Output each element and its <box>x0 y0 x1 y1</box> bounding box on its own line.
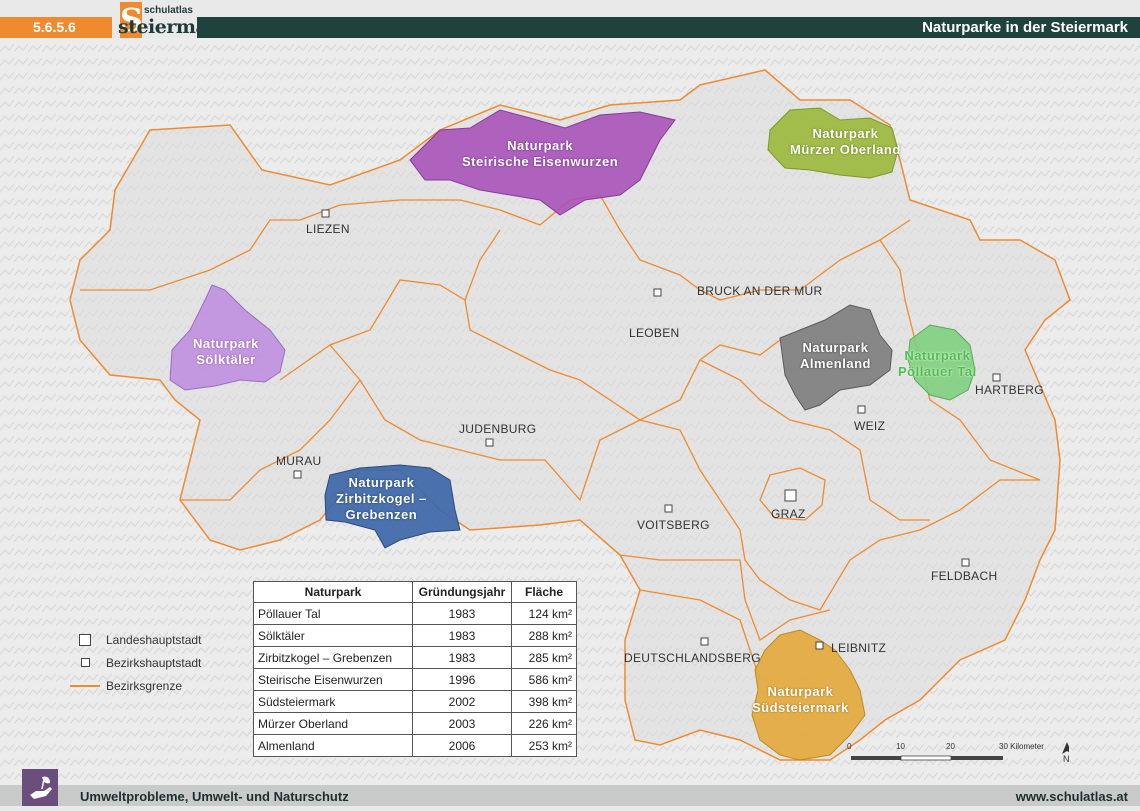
cell-area: 253 km² <box>511 734 577 757</box>
col-header-jahr: Gründungsjahr <box>412 581 512 603</box>
park-label-muerzer: Naturpark Mürzer Oberland <box>790 126 901 157</box>
table-row: Zirbitzkogel – Grebenzen 1983 285 km² <box>253 646 577 669</box>
cell-name: Steirische Eisenwurzen <box>253 668 413 691</box>
cell-name: Pöllauer Tal <box>253 602 413 625</box>
marker-feldbach <box>961 558 970 567</box>
cell-year: 1983 <box>412 624 512 647</box>
cell-name: Mürzer Oberland <box>253 712 413 735</box>
marker-liezen <box>321 209 330 218</box>
north-arrow-icon <box>1062 742 1072 754</box>
table-row: Mürzer Oberland 2003 226 km² <box>253 712 577 735</box>
table-row: Almenland 2006 253 km² <box>253 734 577 757</box>
scale-tick-10: 10 <box>896 742 905 751</box>
park-label-poellauer: Naturpark Pöllauer Tal <box>898 348 977 379</box>
legend-row-bezirkshauptstadt: Bezirkshauptstadt <box>68 651 201 674</box>
city-label-leibnitz: LEIBNITZ <box>831 641 887 655</box>
scale-tick-20: 20 <box>946 742 955 751</box>
park-label-eisenwurzen: Naturpark Steirische Eisenwurzen <box>462 138 619 169</box>
landeshauptstadt-symbol <box>79 633 91 646</box>
city-label-leoben: LEOBEN <box>629 326 680 340</box>
footer-website-link[interactable]: www.schulatlas.at <box>1016 789 1128 804</box>
header: 5.6.5.6 S schulatlas steiermark Naturpar… <box>0 0 1140 38</box>
city-label-hartberg: HARTBERG <box>975 383 1044 397</box>
cell-year: 2006 <box>412 734 512 757</box>
table-row: Steirische Eisenwurzen 1996 586 km² <box>253 668 577 691</box>
table-row: Pöllauer Tal 1983 124 km² <box>253 602 577 625</box>
col-header-flaeche: Fläche <box>511 581 577 603</box>
marker-deutschlandsberg <box>700 637 709 646</box>
map-legend: Landeshauptstadt Bezirkshauptstadt Bezir… <box>68 628 201 697</box>
table-row: Sölktäler 1983 288 km² <box>253 624 577 647</box>
park-label-suedsteiermark: Naturpark Südsteiermark <box>752 684 849 715</box>
marker-leoben <box>653 288 662 297</box>
cell-year: 1983 <box>412 646 512 669</box>
scale-bar: 0 10 20 30 Kilometer N <box>847 740 1072 775</box>
cell-area: 226 km² <box>511 712 577 735</box>
marker-weiz <box>857 405 866 414</box>
cell-name: Zirbitzkogel – Grebenzen <box>253 646 413 669</box>
legend-row-landeshauptstadt: Landeshauptstadt <box>68 628 201 651</box>
bezirksgrenze-symbol <box>70 684 100 687</box>
legend-label-bezirksgrenze: Bezirksgrenze <box>106 678 183 693</box>
marker-murau <box>293 470 302 479</box>
cell-area: 586 km² <box>511 668 577 691</box>
cell-name: Südsteiermark <box>253 690 413 713</box>
cell-area: 398 km² <box>511 690 577 713</box>
city-label-weiz: WEIZ <box>854 419 886 433</box>
cell-area: 124 km² <box>511 602 577 625</box>
park-label-zirbitz: Naturpark Zirbitzkogel – Grebenzen <box>336 475 427 522</box>
topic-icon <box>22 769 58 806</box>
footer-topic: Umweltprobleme, Umwelt- und Naturschutz <box>80 789 349 804</box>
cell-year: 1996 <box>412 668 512 691</box>
marker-graz <box>784 489 797 502</box>
park-label-almenland: Naturpark Almenland <box>800 340 871 371</box>
city-label-voitsberg: VOITSBERG <box>637 518 710 532</box>
page-title: Naturparke in der Steiermark <box>922 19 1128 36</box>
cell-year: 1983 <box>412 602 512 625</box>
city-label-deutschlandsberg: DEUTSCHLANDSBERG <box>624 651 761 665</box>
naturpark-table: Naturpark Gründungsjahr Fläche Pöllauer … <box>253 581 577 757</box>
logo-top-text: schulatlas <box>144 5 193 16</box>
cell-name: Sölktäler <box>253 624 413 647</box>
marker-judenburg <box>485 438 494 447</box>
legend-label-bezirkshauptstadt: Bezirkshauptstadt <box>106 655 202 670</box>
cell-area: 288 km² <box>511 624 577 647</box>
eco-hand-icon <box>30 776 52 799</box>
city-label-judenburg: JUDENBURG <box>459 422 537 436</box>
park-label-soelktaeler: Naturpark Sölktäler <box>193 336 259 367</box>
cell-year: 2003 <box>412 712 512 735</box>
bezirkshauptstadt-symbol <box>80 658 90 667</box>
city-label-murau: MURAU <box>276 454 322 468</box>
north-label: N <box>1063 754 1070 764</box>
cell-name: Almenland <box>253 734 413 757</box>
scale-tick-0: 0 <box>847 742 852 751</box>
scale-tick-30: 30 Kilometer <box>999 742 1044 751</box>
legend-label-landeshauptstadt: Landeshauptstadt <box>106 632 202 647</box>
city-label-liezen: LIEZEN <box>306 222 350 236</box>
marker-leibnitz <box>815 641 824 650</box>
map-code: 5.6.5.6 <box>33 19 76 35</box>
col-header-naturpark: Naturpark <box>253 581 413 603</box>
legend-row-bezirksgrenze: Bezirksgrenze <box>68 674 201 697</box>
marker-voitsberg <box>664 504 673 513</box>
cell-area: 285 km² <box>511 646 577 669</box>
table-header-row: Naturpark Gründungsjahr Fläche <box>253 581 577 603</box>
city-label-feldbach: FELDBACH <box>931 569 998 583</box>
city-label-bruck: BRUCK AN DER MUR <box>697 284 823 298</box>
city-label-graz: GRAZ <box>771 507 806 521</box>
cell-year: 2002 <box>412 690 512 713</box>
marker-hartberg <box>992 373 1001 382</box>
table-row: Südsteiermark 2002 398 km² <box>253 690 577 713</box>
schulatlas-logo[interactable]: S schulatlas steiermark <box>114 2 230 38</box>
